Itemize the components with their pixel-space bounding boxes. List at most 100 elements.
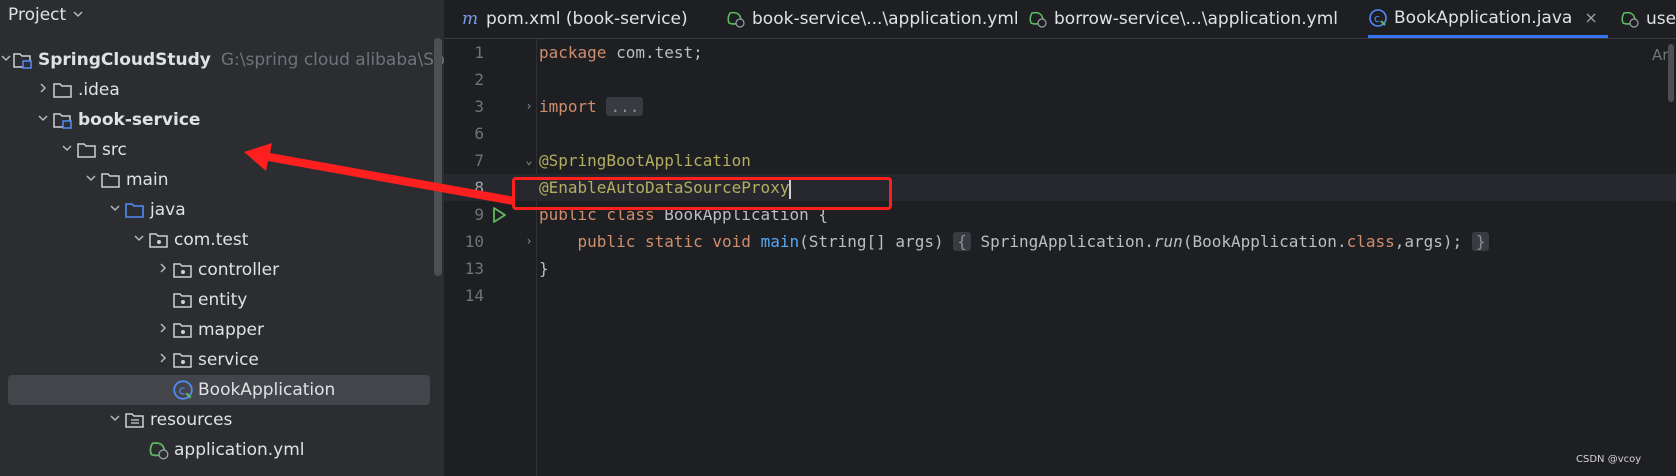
- package-icon: [172, 350, 194, 370]
- tree-item-label: BookApplication: [198, 380, 336, 400]
- chevron-right-icon[interactable]: [34, 82, 52, 98]
- run-icon[interactable]: [490, 206, 508, 228]
- fold-expand-icon[interactable]: ›: [522, 93, 536, 120]
- line-number: 2: [474, 70, 484, 89]
- watermark: CSDN @vcoy: [1576, 454, 1642, 465]
- code-text: }: [539, 259, 549, 278]
- svg-text:c: c: [179, 383, 186, 397]
- tab-book-service-application-yml[interactable]: book-service\...\application.yml: [726, 0, 1019, 38]
- tree-item[interactable]: entity: [0, 285, 444, 315]
- code-line[interactable]: 13 }: [444, 255, 1676, 282]
- fold-expand-icon[interactable]: ›: [522, 228, 536, 255]
- folded-brace[interactable]: }: [1471, 232, 1490, 251]
- highlight-box: [512, 177, 892, 210]
- fold-collapse-icon[interactable]: ⌄: [522, 147, 536, 174]
- folder-icon: [100, 170, 122, 190]
- tree-item[interactable]: controller: [0, 255, 444, 285]
- code-text: (String[] args): [799, 232, 944, 251]
- tree-item-label: service: [198, 350, 259, 370]
- chevron-down-icon[interactable]: [82, 172, 100, 188]
- tree-item[interactable]: com.test: [0, 225, 444, 255]
- chevron-down-icon[interactable]: [0, 52, 12, 68]
- module-folder-icon: [12, 50, 34, 70]
- tree-item[interactable]: java: [0, 195, 444, 225]
- code-line[interactable]: 14: [444, 282, 1676, 309]
- line-number: 1: [474, 43, 484, 62]
- package-icon: [172, 260, 194, 280]
- code-editor[interactable]: 1 package com.test; 2 3 › import ... 6 7…: [444, 39, 1676, 476]
- tree-item[interactable]: mapper: [0, 315, 444, 345]
- folded-brace[interactable]: {: [953, 232, 971, 251]
- line-number: 9: [474, 205, 484, 224]
- project-panel: Project SpringCloudStudy G:\spring cloud …: [0, 0, 444, 476]
- line-number: 14: [464, 286, 484, 305]
- chevron-down-icon[interactable]: [72, 5, 84, 25]
- code-text: ,args);: [1394, 232, 1472, 251]
- tree-item[interactable]: book-service: [0, 105, 444, 135]
- tree-item-label: book-service: [78, 110, 201, 130]
- keyword: public static void: [577, 232, 751, 251]
- chevron-right-icon[interactable]: [154, 352, 172, 368]
- method-call: run: [1153, 232, 1183, 251]
- maven-icon: m: [462, 11, 480, 27]
- resources-folder-icon: [124, 410, 146, 430]
- code-line[interactable]: 6: [444, 120, 1676, 147]
- chevron-down-icon[interactable]: [106, 202, 124, 218]
- keyword: import: [539, 97, 597, 116]
- chevron-down-icon[interactable]: [34, 112, 52, 128]
- tab-label: BookApplication.java: [1394, 7, 1573, 28]
- code-line[interactable]: 3 › import ...: [444, 93, 1676, 120]
- spring-class-icon: c: [172, 379, 194, 401]
- project-scrollbar[interactable]: [434, 38, 442, 276]
- keyword: package: [539, 43, 607, 62]
- line-number: 13: [464, 259, 484, 278]
- tree-item-label: com.test: [174, 230, 249, 250]
- line-number: 10: [464, 232, 484, 251]
- code-text: (BookApplication.: [1182, 232, 1347, 251]
- code-line[interactable]: 1 package com.test;: [444, 39, 1676, 66]
- code-text: com.test;: [606, 43, 703, 62]
- tree-item[interactable]: main: [0, 165, 444, 195]
- code-text: SpringApplication.: [970, 232, 1154, 251]
- editor-tab-bar: m pom.xml (book-service) book-service\..…: [444, 0, 1676, 39]
- chevron-down-icon[interactable]: [130, 232, 148, 248]
- close-icon[interactable]: ×: [1584, 8, 1597, 27]
- tree-item[interactable]: SpringCloudStudy G:\spring cloud alibaba\…: [0, 45, 444, 75]
- tree-item-label: application.yml: [174, 440, 305, 460]
- folder-icon: [76, 140, 98, 160]
- code-line[interactable]: 7 ⌄ @SpringBootApplication: [444, 147, 1676, 174]
- spring-yaml-icon: [1028, 10, 1048, 28]
- code-line[interactable]: 2: [444, 66, 1676, 93]
- spring-yaml-icon: [726, 10, 746, 28]
- tab-borrow-service-application-yml[interactable]: borrow-service\...\application.yml: [1028, 0, 1338, 38]
- tree-item-label: main: [126, 170, 169, 190]
- svg-text:m: m: [462, 11, 478, 27]
- tree-item-label: resources: [150, 410, 233, 430]
- line-number: 7: [474, 151, 484, 170]
- tree-item-label: SpringCloudStudy: [38, 50, 211, 70]
- tree-item-label: src: [102, 140, 127, 160]
- tab-label: borrow-service\...\application.yml: [1054, 9, 1339, 29]
- chevron-right-icon[interactable]: [154, 262, 172, 278]
- tree-item[interactable]: resources: [0, 405, 444, 435]
- module-folder-icon: [52, 110, 74, 130]
- tab-pom-xml[interactable]: m pom.xml (book-service): [462, 0, 688, 38]
- tab-use[interactable]: use: [1620, 0, 1676, 38]
- tab-book-application-java[interactable]: c BookApplication.java ×: [1368, 0, 1608, 38]
- chevron-down-icon[interactable]: [58, 142, 76, 158]
- tab-label: pom.xml (book-service): [486, 9, 688, 29]
- project-panel-header[interactable]: Project: [0, 0, 444, 30]
- tree-item[interactable]: .idea: [0, 75, 444, 105]
- code-line[interactable]: 10 › public static void main(String[] ar…: [444, 228, 1676, 255]
- tree-item[interactable]: c BookApplication: [8, 375, 430, 405]
- chevron-down-icon[interactable]: [106, 412, 124, 428]
- folder-icon: [52, 80, 74, 100]
- reader-mode-label[interactable]: Ar: [1652, 46, 1668, 64]
- chevron-right-icon[interactable]: [154, 322, 172, 338]
- tree-item-label: mapper: [198, 320, 265, 340]
- tree-item[interactable]: service: [0, 345, 444, 375]
- editor-scrollbar[interactable]: [1668, 44, 1674, 102]
- tree-item[interactable]: src: [0, 135, 444, 165]
- folded-imports[interactable]: ...: [606, 97, 644, 116]
- tree-item[interactable]: application.yml: [0, 435, 444, 465]
